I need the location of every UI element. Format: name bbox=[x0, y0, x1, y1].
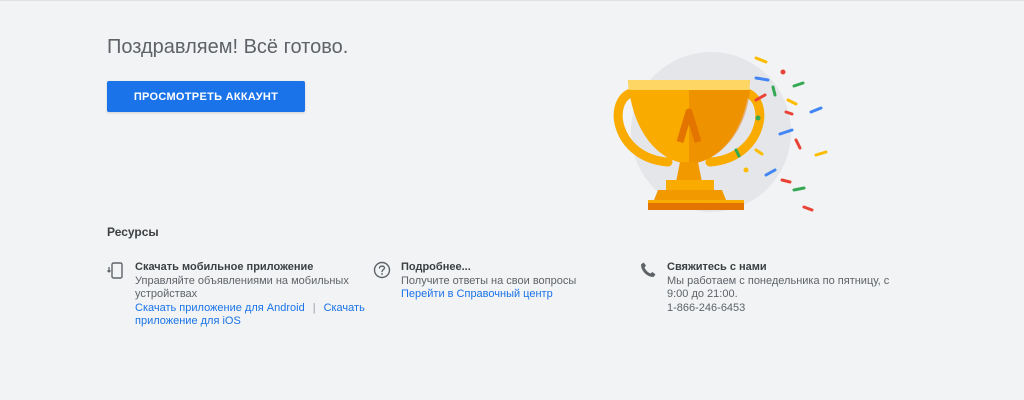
top-divider bbox=[0, 0, 1024, 1]
phone-download-icon bbox=[107, 262, 123, 279]
resource-description: Управляйте объявлениями на мобильных уст… bbox=[135, 274, 349, 301]
view-account-button[interactable]: ПРОСМОТРЕТЬ АККАУНТ bbox=[107, 81, 305, 112]
help-center-link[interactable]: Перейти в Справочный центр bbox=[401, 288, 553, 300]
resource-description: Мы работаем с понедельника по пятницу, с… bbox=[667, 274, 890, 301]
resource-title: Свяжитесь с нами bbox=[667, 261, 767, 273]
resource-description: Получите ответы на свои вопросы bbox=[401, 274, 577, 287]
android-app-link[interactable]: Скачать приложение для Android bbox=[135, 302, 305, 314]
resources-heading: Ресурсы bbox=[107, 225, 159, 239]
phone-number: 1-866-246-6453 bbox=[667, 301, 746, 314]
help-circle-icon bbox=[373, 261, 391, 279]
trophy-illustration bbox=[613, 52, 828, 212]
page-title: Поздравляем! Всё готово. bbox=[107, 36, 349, 58]
resource-title: Скачать мобильное приложение bbox=[135, 261, 314, 273]
link-separator: | bbox=[312, 301, 316, 314]
phone-icon bbox=[641, 262, 656, 277]
resource-title: Подробнее... bbox=[401, 261, 471, 273]
